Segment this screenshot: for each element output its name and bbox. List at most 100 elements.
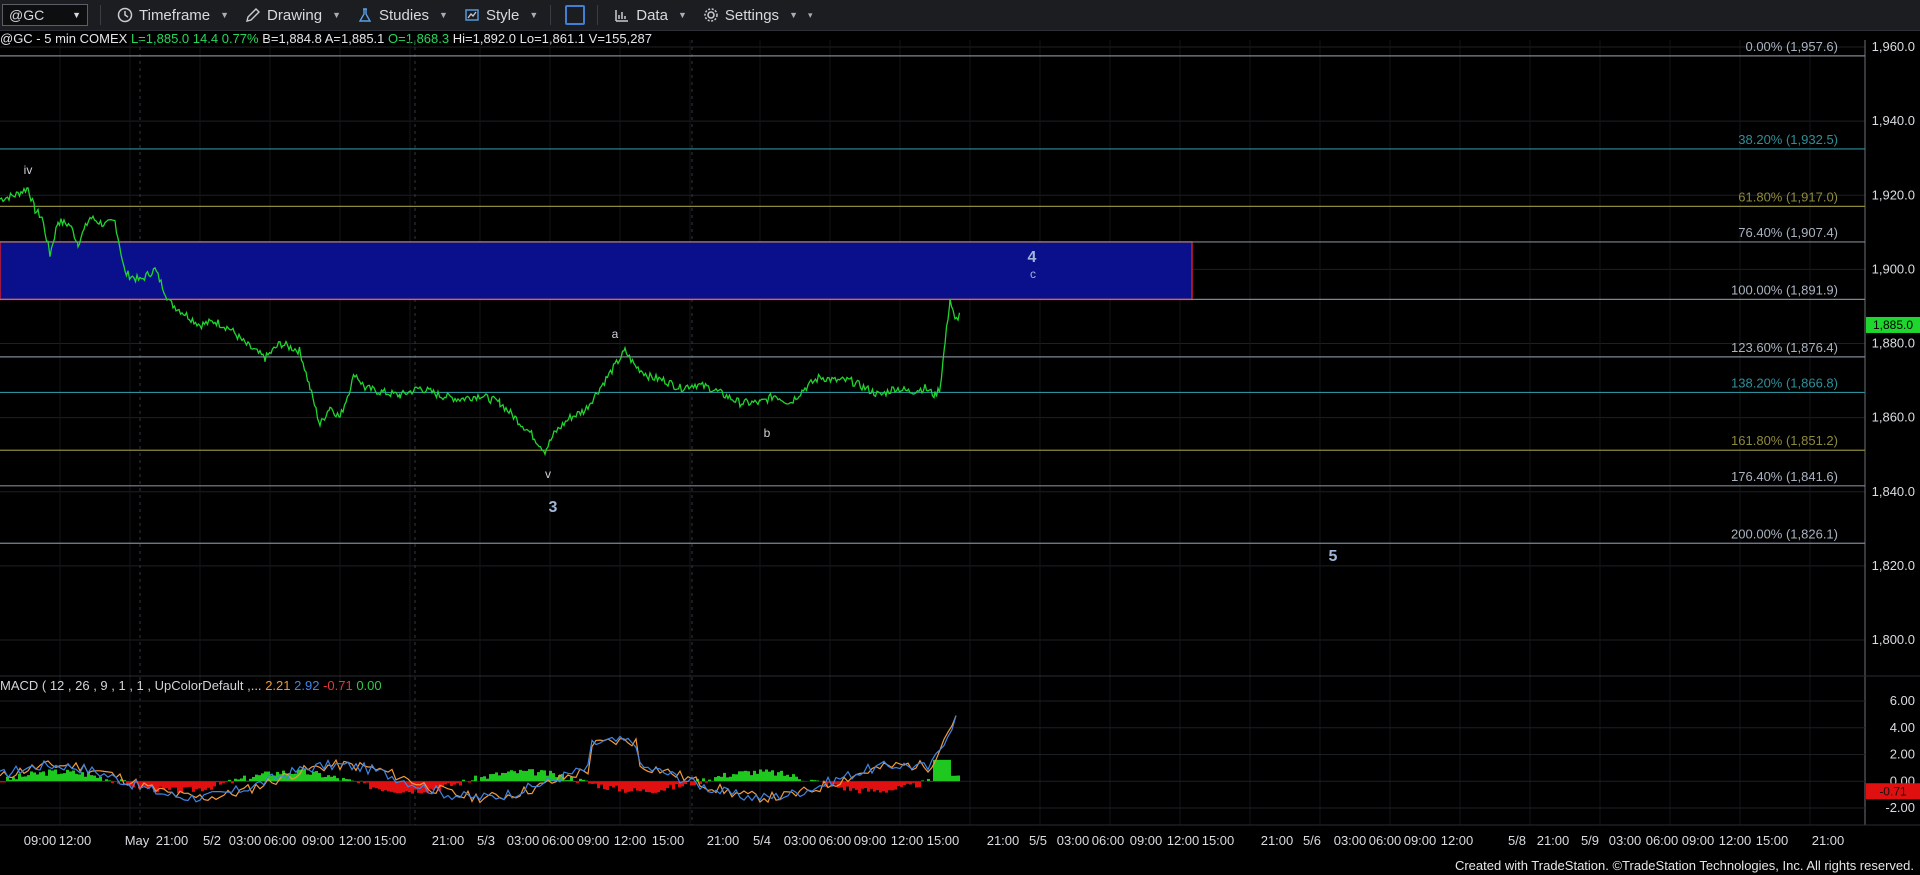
macd-histogram-bar bbox=[165, 781, 168, 789]
macd-histogram-bar bbox=[213, 781, 216, 787]
macd-histogram-bar bbox=[891, 781, 894, 791]
macd-histogram-bar bbox=[69, 771, 72, 782]
macd-histogram-bar bbox=[228, 779, 231, 782]
macd-histogram-bar bbox=[768, 771, 771, 782]
macd-histogram-bar bbox=[525, 770, 528, 782]
macd-histogram-bar bbox=[657, 781, 660, 793]
macd-histogram-bar bbox=[390, 781, 393, 792]
macd-histogram-bar bbox=[375, 781, 378, 789]
macd-histogram-bar bbox=[270, 775, 273, 782]
macd-histogram-bar bbox=[450, 781, 453, 787]
time-axis-tick: 5/9 bbox=[1581, 833, 1599, 848]
macd-histogram-bar bbox=[759, 769, 762, 782]
macd-histogram-bar bbox=[780, 770, 783, 782]
wave-label-a: a bbox=[612, 327, 619, 341]
time-axis-tick: 12:00 bbox=[1167, 833, 1200, 848]
macd-histogram-bar bbox=[858, 781, 861, 794]
macd-histogram-bar bbox=[480, 777, 483, 782]
macd-histogram-bar bbox=[792, 774, 795, 782]
macd-line-orange bbox=[0, 715, 957, 804]
macd-histogram-bar bbox=[885, 781, 888, 793]
macd-histogram-bar bbox=[666, 781, 669, 789]
macd-histogram-bar bbox=[27, 775, 30, 782]
time-axis-tick: 5/4 bbox=[753, 833, 771, 848]
time-axis-tick: 06:00 bbox=[542, 833, 575, 848]
macd-histogram-bar bbox=[633, 781, 636, 789]
macd-histogram-bar bbox=[342, 777, 345, 782]
macd-histogram-bar bbox=[3, 781, 6, 783]
macd-histogram-bar bbox=[585, 780, 588, 782]
macd-histogram-bar bbox=[609, 781, 612, 786]
macd-histogram-bar bbox=[468, 781, 471, 783]
time-axis-tick: 15:00 bbox=[374, 833, 407, 848]
time-axis-tick: 09:00 bbox=[1130, 833, 1163, 848]
macd-histogram-bar bbox=[78, 774, 81, 782]
wave-label-v: v bbox=[545, 467, 551, 481]
macd-legend: MACD ( 12 , 26 , 9 , 1 , 1 , UpColorDefa… bbox=[0, 678, 382, 693]
time-axis-tick: 5/2 bbox=[203, 833, 221, 848]
macd-histogram-bar bbox=[0, 781, 3, 783]
macd-histogram-bar bbox=[618, 781, 621, 792]
time-axis-tick: 03:00 bbox=[1334, 833, 1367, 848]
macd-histogram-bar bbox=[753, 770, 756, 782]
macd-histogram-bar bbox=[240, 778, 243, 782]
macd-histogram-bar bbox=[252, 776, 255, 782]
macd-histogram-bar bbox=[87, 773, 90, 782]
macd-histogram-bar bbox=[639, 781, 642, 791]
macd-histogram-bar bbox=[615, 781, 618, 786]
macd-histogram-bar bbox=[225, 781, 228, 783]
time-axis-tick: 5/6 bbox=[1303, 833, 1321, 848]
time-axis-tick: 12:00 bbox=[891, 833, 924, 848]
macd-histogram-bar bbox=[66, 769, 69, 782]
macd-histogram-bar bbox=[306, 774, 309, 782]
fib-level-label: 0.00% (1,957.6) bbox=[1745, 39, 1838, 54]
macd-histogram-bar bbox=[489, 774, 492, 782]
macd-histogram-bar bbox=[579, 778, 582, 782]
macd-histogram-bar bbox=[882, 781, 885, 792]
time-axis-tick: 09:00 bbox=[854, 833, 887, 848]
macd-histogram-bar bbox=[621, 781, 624, 790]
macd-histogram-bar bbox=[471, 780, 474, 782]
macd-histogram-bar bbox=[180, 781, 183, 793]
price-axis-tick: 1,920.0 bbox=[1872, 187, 1915, 202]
macd-histogram-bar bbox=[765, 769, 768, 782]
macd-histogram-bar bbox=[756, 773, 759, 782]
macd-histogram-bar bbox=[21, 776, 24, 782]
macd-histogram-bar bbox=[927, 778, 930, 782]
price-chart[interactable]: 0.00% (1,957.6) 38.20% (1,932.5) 61.80% (1… bbox=[0, 0, 1920, 875]
macd-histogram-bar bbox=[378, 781, 381, 790]
macd-histogram-bar bbox=[855, 781, 858, 790]
fib-level-label: 200.00% (1,826.1) bbox=[1731, 526, 1838, 541]
macd-histogram-bar bbox=[57, 774, 60, 782]
macd-histogram-bar bbox=[237, 779, 240, 782]
macd-histogram-bar bbox=[870, 781, 873, 789]
macd-histogram-bar bbox=[654, 781, 657, 793]
macd-histogram-bar bbox=[417, 781, 420, 793]
chart-grid bbox=[0, 40, 1920, 826]
macd-axis-tick: 6.00 bbox=[1890, 693, 1915, 708]
fib-level-label: 161.80% (1,851.2) bbox=[1731, 433, 1838, 448]
macd-histogram-bar bbox=[603, 781, 606, 790]
macd-histogram-bar bbox=[486, 778, 489, 782]
macd-histogram-bar bbox=[255, 774, 258, 782]
macd-histogram-bar bbox=[357, 781, 360, 784]
target-zone-box[interactable] bbox=[0, 241, 1193, 301]
macd-histogram-bar bbox=[84, 776, 87, 782]
macd-pane: 6.004.002.000.00-2.00-0.71 bbox=[0, 693, 1920, 815]
macd-histogram-bar bbox=[96, 777, 99, 782]
macd-histogram-bar bbox=[729, 776, 732, 782]
macd-histogram-bar bbox=[912, 781, 915, 783]
price-axis-tick: 1,960.0 bbox=[1872, 39, 1915, 54]
macd-value-4: 0.00 bbox=[356, 678, 382, 693]
macd-histogram-bar bbox=[48, 769, 51, 782]
macd-histogram-bar bbox=[36, 774, 39, 782]
macd-histogram-bar bbox=[9, 779, 12, 782]
macd-histogram-bar bbox=[216, 781, 219, 783]
macd-histogram-bar bbox=[324, 776, 327, 782]
macd-histogram-bar bbox=[813, 780, 816, 782]
macd-histogram-bar bbox=[771, 770, 774, 782]
macd-histogram-bar bbox=[852, 781, 855, 789]
macd-histogram-bar bbox=[234, 778, 237, 782]
macd-histogram-bar bbox=[186, 781, 189, 788]
macd-histogram-bar bbox=[33, 772, 36, 782]
